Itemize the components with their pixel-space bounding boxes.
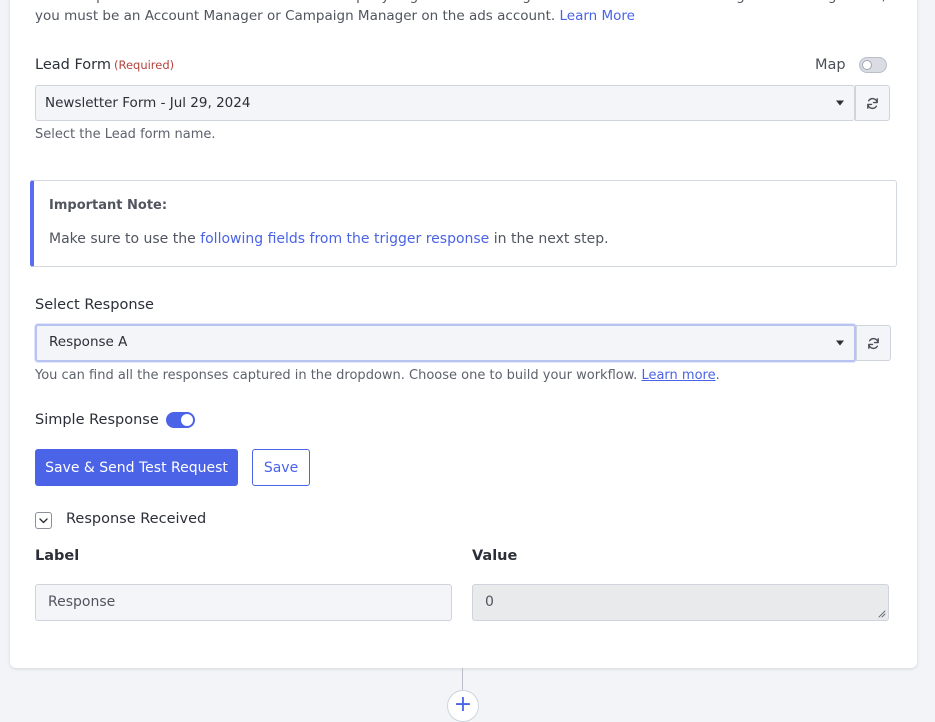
- toggle-knob: [862, 60, 872, 70]
- note-title: Important Note:: [49, 198, 168, 213]
- caret-down-icon: [836, 340, 844, 346]
- note-body: Make sure to use the following fields fr…: [49, 231, 609, 247]
- save-button[interactable]: Save: [252, 449, 310, 486]
- learn-more-link[interactable]: Learn More: [560, 8, 636, 24]
- response-value-field[interactable]: 0: [472, 584, 889, 621]
- important-note: Important Note: Make sure to use the fol…: [30, 180, 897, 267]
- note-highlight: following fields from the trigger respon…: [200, 231, 490, 247]
- response-select[interactable]: Response A: [35, 324, 856, 362]
- save-send-test-button[interactable]: Save & Send Test Request: [35, 449, 238, 486]
- select-response-label: Select Response: [35, 297, 154, 313]
- response-received-collapse-button[interactable]: [35, 512, 52, 529]
- required-marker: (Required): [113, 58, 175, 72]
- resize-handle-icon[interactable]: [877, 609, 886, 618]
- simple-response-toggle[interactable]: [166, 412, 195, 428]
- response-label-field[interactable]: Response: [35, 584, 452, 621]
- chevron-down-icon: [39, 517, 48, 523]
- toggle-knob: [181, 414, 193, 426]
- response-learn-more-link[interactable]: Learn more: [641, 368, 715, 383]
- response-received-title: Response Received: [66, 511, 207, 527]
- simple-response-label: Simple Response: [35, 412, 159, 428]
- response-help: You can find all the responses captured …: [35, 368, 720, 383]
- add-step-button[interactable]: +: [447, 690, 479, 722]
- label-column-header: Label: [35, 548, 80, 564]
- refresh-icon: [867, 97, 878, 109]
- plus-icon: +: [453, 692, 473, 717]
- response-refresh-button[interactable]: [856, 325, 891, 361]
- value-column-header: Value: [472, 548, 518, 564]
- step-connector: [462, 668, 463, 692]
- lead-form-refresh-button[interactable]: [855, 85, 890, 121]
- account-intro-text: Choose sponsored account. You must be a …: [35, 0, 886, 24]
- lead-form-select[interactable]: Newsletter Form - Jul 29, 2024: [35, 85, 855, 121]
- refresh-icon: [868, 337, 879, 349]
- caret-down-icon: [836, 100, 844, 106]
- lead-form-help: Select the Lead form name.: [35, 127, 216, 142]
- map-label: Map: [815, 57, 846, 73]
- lead-form-label: Lead Form (Required): [35, 57, 175, 73]
- map-toggle[interactable]: [859, 57, 887, 73]
